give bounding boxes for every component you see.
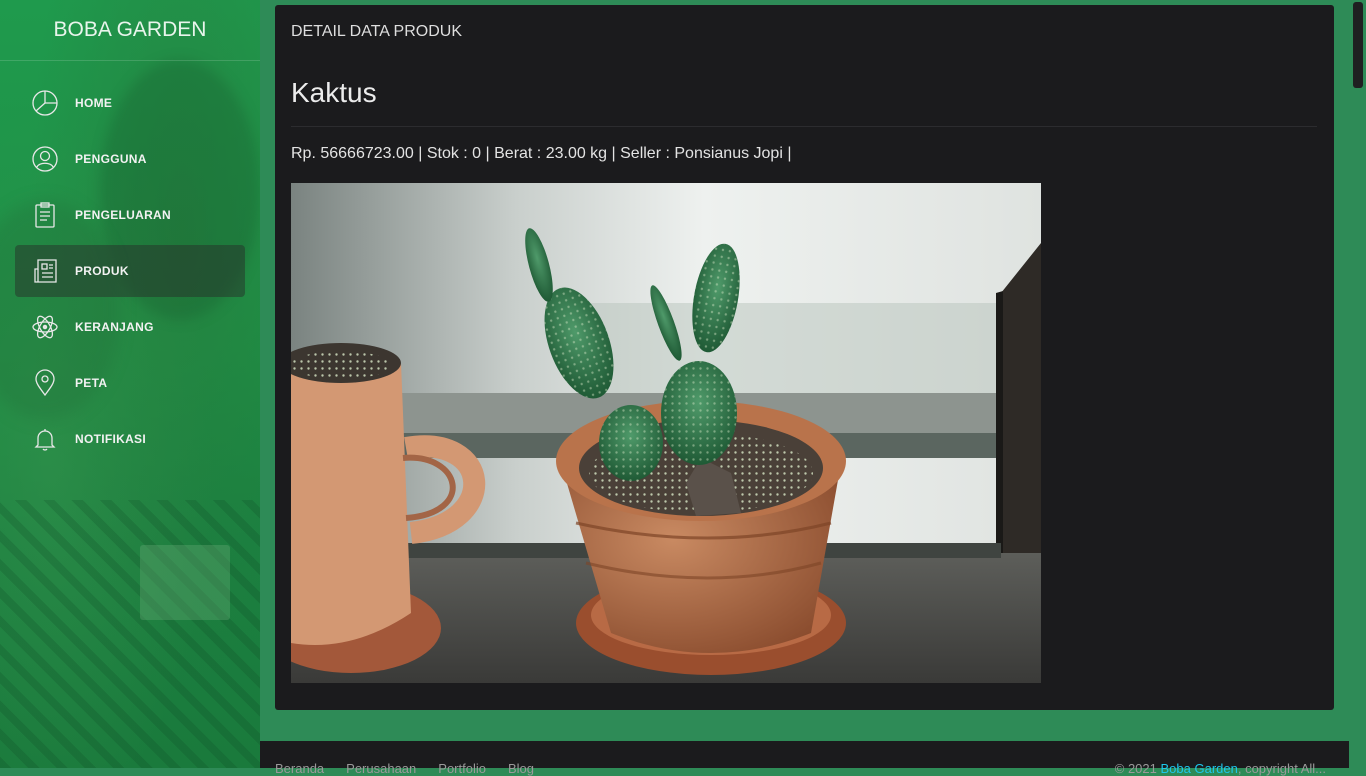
- copyright-prefix: © 2021: [1114, 761, 1157, 776]
- sidebar-item-keranjang[interactable]: KERANJANG: [15, 301, 245, 353]
- map-pin-icon: [30, 368, 60, 398]
- sidebar-item-label: PRODUK: [75, 264, 129, 278]
- sidebar-item-label: KERANJANG: [75, 320, 154, 334]
- user-circle-icon: [30, 144, 60, 174]
- sidebar-item-pengeluaran[interactable]: PENGELUARAN: [15, 189, 245, 241]
- product-image: [291, 183, 1041, 683]
- pie-chart-icon: [30, 88, 60, 118]
- footer-link-blog[interactable]: Blog: [508, 761, 534, 776]
- footer-links: Beranda Perusahaan Portfolio Blog: [275, 761, 556, 776]
- sidebar-item-label: PETA: [75, 376, 108, 390]
- news-paper-icon: [30, 256, 60, 286]
- bell-icon: [30, 424, 60, 454]
- sidebar-background-floor: [0, 500, 260, 768]
- copyright-brand-link[interactable]: Boba Garden: [1161, 761, 1238, 776]
- sidebar-item-peta[interactable]: PETA: [15, 357, 245, 409]
- sidebar-background-chair: [140, 545, 230, 620]
- footer-link-beranda[interactable]: Beranda: [275, 761, 324, 776]
- atom-icon: [30, 312, 60, 342]
- clipboard-icon: [30, 200, 60, 230]
- copyright-suffix: , copyright All...: [1237, 761, 1326, 776]
- sidebar-item-pengguna[interactable]: PENGGUNA: [15, 133, 245, 185]
- scrollbar-thumb[interactable]: [1353, 2, 1363, 88]
- sidebar-item-label: NOTIFIKASI: [75, 432, 146, 446]
- sidebar-item-produk[interactable]: PRODUK: [15, 245, 245, 297]
- footer: Beranda Perusahaan Portfolio Blog © 2021 Bo…: [260, 741, 1366, 776]
- sidebar-item-notifikasi[interactable]: NOTIFIKASI: [15, 413, 245, 465]
- sidebar-item-home[interactable]: HOME: [15, 77, 245, 129]
- footer-link-perusahaan[interactable]: Perusahaan: [346, 761, 416, 776]
- product-meta: Rp. 56666723.00 | Stok : 0 | Berat : 23.…: [291, 145, 792, 162]
- product-name: Kaktus: [291, 77, 377, 108]
- brand-title[interactable]: BOBA GARDEN: [0, 0, 260, 61]
- sidebar: BOBA GARDEN HOME PENGGUNA PENGELUARAN PR…: [0, 0, 260, 768]
- sidebar-item-label: PENGGUNA: [75, 152, 147, 166]
- footer-copyright: © 2021 Boba Garden, copyright All...: [1115, 761, 1326, 776]
- sidebar-item-label: PENGELUARAN: [75, 208, 171, 222]
- card-title: DETAIL DATA PRODUK: [291, 23, 462, 40]
- footer-link-portfolio[interactable]: Portfolio: [438, 761, 486, 776]
- sidebar-nav: HOME PENGGUNA PENGELUARAN PRODUK KERANJA…: [15, 77, 245, 469]
- product-detail-card: DETAIL DATA PRODUK Kaktus Rp. 56666723.0…: [275, 5, 1334, 710]
- page-scrollbar[interactable]: [1349, 0, 1366, 768]
- divider: [291, 126, 1317, 127]
- sidebar-item-label: HOME: [75, 96, 113, 110]
